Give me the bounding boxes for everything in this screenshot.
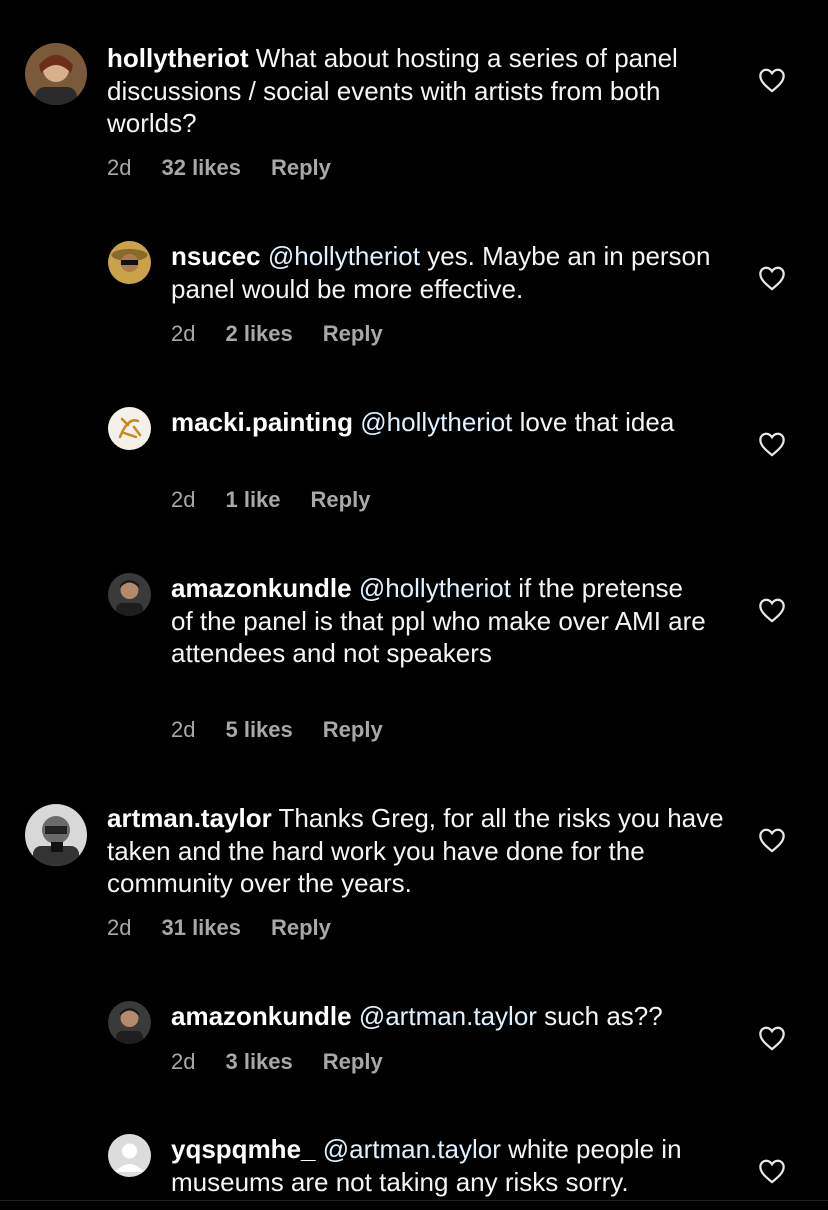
comment-text: nsucec @hollytheriot yes. Maybe an in pe… <box>171 240 731 305</box>
mention-link[interactable]: @hollytheriot <box>268 241 420 271</box>
comment-text: amazonkundle @artman.taylor such as?? <box>171 1000 751 1033</box>
heart-outline-icon[interactable] <box>758 597 786 623</box>
likes-count[interactable]: 3 likes <box>225 1049 292 1074</box>
timestamp: 2d <box>171 321 196 346</box>
mention-link[interactable]: @artman.taylor <box>359 1001 537 1031</box>
avatar[interactable] <box>25 804 87 866</box>
comment-meta: 2d 2 likes Reply <box>171 321 413 347</box>
reply-button[interactable]: Reply <box>271 915 331 940</box>
timestamp: 2d <box>171 717 196 742</box>
timestamp: 2d <box>107 915 132 940</box>
comment-text: macki.painting @hollytheriot love that i… <box>171 406 711 439</box>
username[interactable]: hollytheriot <box>107 43 249 73</box>
likes-count[interactable]: 32 likes <box>161 155 241 180</box>
likes-count[interactable]: 2 likes <box>225 321 292 346</box>
likes-count[interactable]: 1 like <box>225 487 280 512</box>
timestamp: 2d <box>171 487 196 512</box>
reply-button[interactable]: Reply <box>323 321 383 346</box>
reply-button[interactable]: Reply <box>271 155 331 180</box>
likes-count[interactable]: 5 likes <box>225 717 292 742</box>
comment-text: hollytheriot What about hosting a series… <box>107 42 737 140</box>
avatar[interactable] <box>108 407 151 450</box>
username[interactable]: nsucec <box>171 241 261 271</box>
avatar[interactable] <box>108 573 151 616</box>
comment-meta: 2d 5 likes Reply <box>171 717 413 743</box>
heart-outline-icon[interactable] <box>758 265 786 291</box>
comment-text: yqspqmhe_ @artman.taylor white people in… <box>171 1133 731 1198</box>
username[interactable]: amazonkundle <box>171 1001 352 1031</box>
reply-button[interactable]: Reply <box>311 487 371 512</box>
heart-outline-icon[interactable] <box>758 431 786 457</box>
avatar[interactable] <box>108 241 151 284</box>
likes-count[interactable]: 31 likes <box>161 915 241 940</box>
divider <box>0 1200 828 1201</box>
heart-outline-icon[interactable] <box>758 67 786 93</box>
timestamp: 2d <box>107 155 132 180</box>
reply-button[interactable]: Reply <box>323 1049 383 1074</box>
username[interactable]: amazonkundle <box>171 573 352 603</box>
comment-text: artman.taylor Thanks Greg, for all the r… <box>107 802 737 900</box>
heart-outline-icon[interactable] <box>758 827 786 853</box>
comment-meta: 2d 3 likes Reply <box>171 1049 413 1075</box>
comment-meta: 2d 1 like Reply <box>171 487 400 513</box>
username[interactable]: macki.painting <box>171 407 353 437</box>
mention-link[interactable]: @artman.taylor <box>323 1134 501 1164</box>
comment-meta: 2d 32 likes Reply <box>107 155 361 181</box>
avatar[interactable] <box>108 1134 151 1177</box>
username[interactable]: yqspqmhe_ <box>171 1134 316 1164</box>
timestamp: 2d <box>171 1049 196 1074</box>
heart-outline-icon[interactable] <box>758 1158 786 1184</box>
username[interactable]: artman.taylor <box>107 803 272 833</box>
comment-text: amazonkundle @hollytheriot if the preten… <box>171 572 711 670</box>
heart-outline-icon[interactable] <box>758 1025 786 1051</box>
reply-button[interactable]: Reply <box>323 717 383 742</box>
mention-link[interactable]: @hollytheriot <box>359 573 511 603</box>
avatar[interactable] <box>25 43 87 105</box>
comment-body: love that idea <box>512 407 675 437</box>
comment-body: such as?? <box>536 1001 663 1031</box>
mention-link[interactable]: @hollytheriot <box>360 407 512 437</box>
comment-meta: 2d 31 likes Reply <box>107 915 361 941</box>
avatar[interactable] <box>108 1001 151 1044</box>
